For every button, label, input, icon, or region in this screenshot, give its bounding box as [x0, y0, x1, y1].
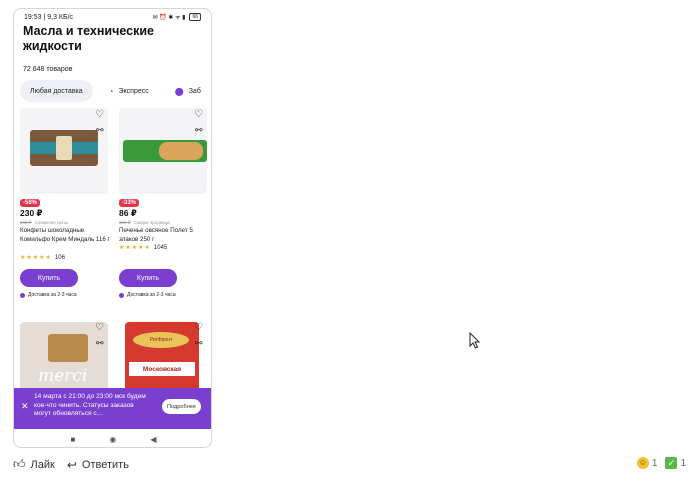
product-card[interactable]: ♡ ⚯ -58% 230 ₽ 549 ₽ Снижение цены Конфет…	[20, 108, 112, 308]
reaction-grin[interactable]: ☺ 1	[636, 457, 658, 469]
product-card[interactable]: ♡ ⚯ -33% 86 ₽ 129 ₽ Скидка продавца Печен…	[119, 108, 211, 308]
buy-button[interactable]: Купить	[119, 269, 177, 287]
product-name[interactable]: Печенье овсяное Полет 5 злаков 250 г	[119, 226, 211, 244]
product-image[interactable]	[20, 108, 108, 194]
discount-badge: -58%	[20, 199, 41, 207]
brand-logo: merci	[38, 366, 88, 386]
discount-badge: -33%	[119, 199, 140, 207]
banner-text: 14 марта с 21:00 до 23:00 мск будем кое-…	[34, 393, 146, 417]
express-icon	[119, 292, 124, 298]
buy-button[interactable]: Купить	[20, 269, 78, 287]
brand-logo: РотФронт	[133, 332, 189, 348]
filter-chips: Любая доставка ◔ Экспресс ⬤ Заб	[20, 80, 211, 102]
favorite-heart-icon[interactable]: ♡	[95, 109, 104, 120]
reactions: ☺ 1 ✓ 1	[636, 457, 686, 469]
reply-button[interactable]: ↩ Ответить	[67, 458, 129, 472]
status-bar: 19:53 | 9,3 КБ/с ✉ ⏰ ✱ ᯤ ▮ 66	[14, 9, 211, 25]
status-icon-glyphs: ✉ ⏰ ✱ ᯤ ▮	[152, 15, 186, 21]
compare-icon[interactable]: ⚯	[96, 338, 104, 349]
reply-arrow-icon: ↩	[66, 457, 77, 472]
details-button[interactable]: Подробнее	[162, 399, 202, 414]
product-name[interactable]: Конфеты шоколадные Комильфо Крем Миндаль…	[20, 226, 112, 244]
reaction-count: 1	[680, 457, 686, 469]
old-price: 129 ₽	[119, 220, 131, 225]
maintenance-banner: ✕ 14 марта с 21:00 до 23:00 мск будем ко…	[14, 388, 211, 429]
bag-label: Московская	[129, 362, 195, 376]
home-icon[interactable]: ◉	[109, 435, 116, 444]
product-card[interactable]: РотФронт Московская ♡ ⚯	[119, 322, 211, 402]
price-note: Снижение цены	[34, 220, 68, 225]
delivery-text: Доставка за 2-3 часа	[127, 292, 176, 298]
reaction-count: 1	[651, 457, 658, 469]
express-icon: ◔	[108, 86, 114, 96]
post-actions: 👍︎ Лайк ↩ Ответить	[13, 457, 129, 472]
product-image[interactable]	[119, 108, 207, 194]
biscuit-pack-image	[123, 140, 207, 162]
express-icon	[20, 292, 25, 298]
recents-icon[interactable]: ■	[71, 435, 76, 444]
grin-emoji-icon: ☺	[636, 457, 649, 469]
delivery-info: Доставка за 2-3 часа	[20, 292, 77, 298]
favorite-heart-icon[interactable]: ♡	[194, 109, 203, 120]
price: 230 ₽	[20, 208, 43, 218]
android-navbar: ■ ◉ ◀	[14, 429, 211, 447]
mouse-cursor-icon	[469, 332, 481, 349]
price: 86 ₽	[119, 208, 137, 218]
candy-box-image	[30, 130, 98, 166]
product-count: 72 648 товаров	[23, 66, 73, 73]
reply-label: Ответить	[81, 458, 129, 471]
phone-screenshot: 19:53 | 9,3 КБ/с ✉ ⏰ ✱ ᯤ ▮ 66 Масла и те…	[13, 8, 212, 448]
filter-label: Любая доставка	[30, 87, 83, 95]
product-card[interactable]: merci ♡ ⚯	[20, 322, 112, 402]
close-icon[interactable]: ✕	[21, 401, 29, 412]
delivery-text: Доставка за 2-3 часа	[28, 292, 77, 298]
stars-glyphs: ★★★★★	[20, 255, 52, 261]
like-button[interactable]: 👍︎ Лайк	[13, 457, 55, 472]
status-icons: ✉ ⏰ ✱ ᯤ ▮ 66	[152, 13, 201, 21]
favorite-heart-icon[interactable]: ♡	[95, 322, 104, 333]
delivery-info: Доставка за 2-3 часа	[119, 292, 176, 298]
filter-pickup[interactable]: ⬤ Заб	[165, 80, 211, 102]
filter-any-delivery[interactable]: Любая доставка	[20, 80, 93, 102]
rating-stars: ★★★★★ 1045	[119, 244, 167, 251]
old-price: 549 ₽	[20, 220, 32, 225]
check-mark-icon: ✓	[665, 457, 678, 469]
filter-label: Экспресс	[118, 87, 149, 95]
page: 19:53 | 9,3 КБ/с ✉ ⏰ ✱ ᯤ ▮ 66 Масла и те…	[0, 0, 700, 486]
stars-glyphs: ★★★★★	[119, 245, 151, 251]
review-count: 1045	[153, 245, 168, 251]
compare-icon[interactable]: ⚯	[195, 125, 203, 136]
filter-express[interactable]: ◔ Экспресс	[99, 80, 159, 102]
compare-icon[interactable]: ⚯	[195, 338, 203, 349]
compare-icon[interactable]: ⚯	[96, 125, 104, 136]
page-title: Масла и технические жидкости	[23, 24, 154, 53]
rating-stars: ★★★★★ 106	[20, 254, 65, 261]
filter-label: Заб	[188, 87, 201, 95]
reaction-check[interactable]: ✓ 1	[665, 457, 686, 469]
review-count: 106	[54, 255, 65, 261]
battery-icon: 66	[189, 13, 201, 21]
status-time: 19:53 | 9,3 КБ/с	[24, 13, 74, 21]
location-icon: ⬤	[174, 86, 184, 96]
like-label: Лайк	[30, 458, 55, 471]
price-note: Скидка продавца	[133, 220, 170, 225]
favorite-heart-icon[interactable]: ♡	[194, 322, 203, 333]
thumbs-up-icon: 👍︎	[13, 457, 26, 471]
back-icon[interactable]: ◀	[150, 435, 156, 444]
